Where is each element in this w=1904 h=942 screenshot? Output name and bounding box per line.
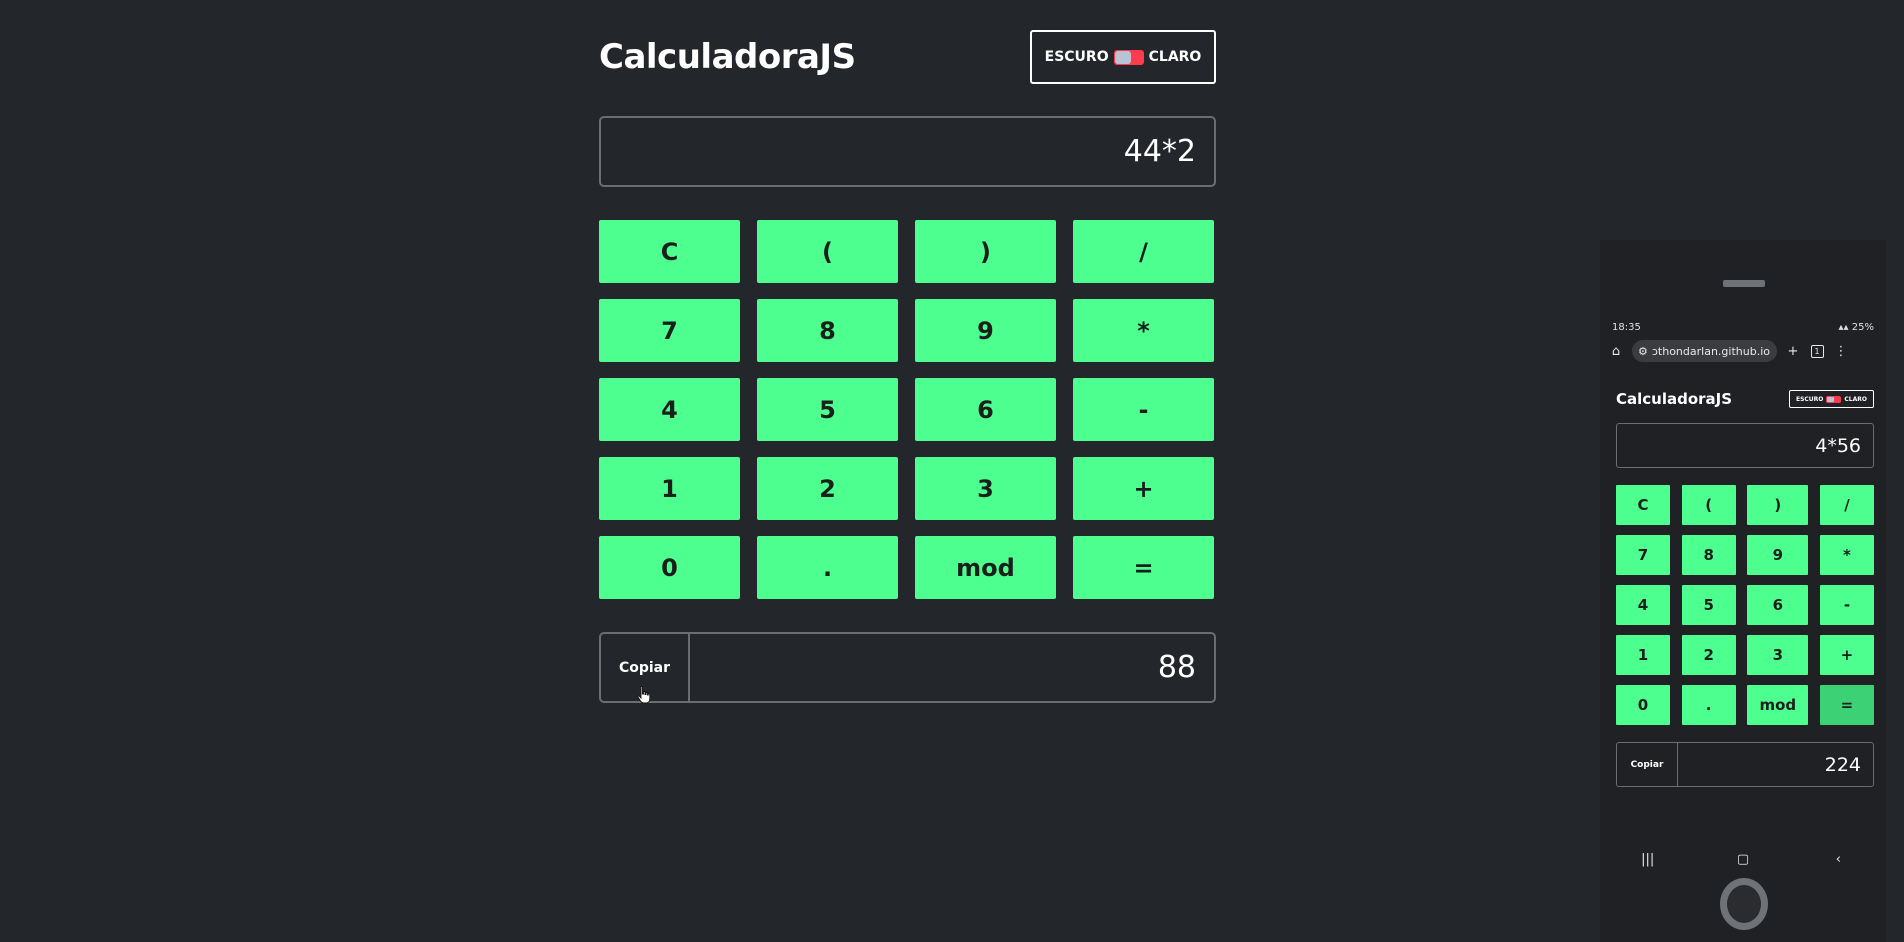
url-text: ɔthondarlan.github.io [1651,344,1770,358]
more-menu-icon[interactable]: ⋮ [1833,343,1849,359]
mobile-expression-display[interactable]: 4*56 [1616,423,1874,468]
mobilekey-equals[interactable]: = [1819,685,1874,725]
mobile-result-row: Copiar 224 [1616,742,1874,787]
status-icons: ▴▴ 25% [1839,322,1874,333]
mobilekey-open-paren[interactable]: ( [1681,485,1736,525]
mobile-calculator-app: CalculadoraJS ESCURO CLARO 4*56 C ()/ 7 8 9 *… [1616,390,1874,787]
phone-drag-handle[interactable] [1723,280,1765,287]
mobilekey-minus[interactable]: - [1819,585,1874,625]
mobile-theme-dark-label: ESCURO [1795,395,1824,403]
mobilekey-close-paren[interactable]: ) [1747,485,1809,525]
mobilekey-2[interactable]: 2 [1681,635,1736,675]
mobile-copy-button[interactable]: Copiar [1617,743,1678,786]
key-4[interactable]: 4 [599,378,740,441]
key-plus[interactable]: + [1073,457,1214,520]
android-nav-bar: ||| ▢ ‹ [1600,848,1886,870]
status-bar: 18:35 ▴▴ 25% [1600,320,1886,334]
mobile-toggle-switch-icon [1826,395,1842,403]
mobilekey-9[interactable]: 9 [1747,535,1809,575]
mobilekey-4[interactable]: 4 [1616,585,1670,625]
mobilekey-multiply[interactable]: * [1819,535,1874,575]
theme-toggle-button[interactable]: ESCURO CLARO [1030,30,1216,84]
mobilekey-1[interactable]: 1 [1616,635,1670,675]
key-8[interactable]: 8 [757,299,898,362]
tabs-icon[interactable]: 1 [1809,343,1825,359]
key-equals[interactable]: = [1073,536,1214,599]
keypad: C () / 7 8 9 * 4 5 6- 1 2 3 +0. mod = [599,220,1216,599]
key-2[interactable]: 2 [757,457,898,520]
key-divide[interactable]: / [1073,220,1214,283]
expression-display[interactable]: 44*2 [599,116,1216,187]
mobilekey-3[interactable]: 3 [1747,635,1809,675]
mobilekey-decimal[interactable]: . [1681,685,1736,725]
mobilekey-divide[interactable]: / [1819,485,1874,525]
key-7[interactable]: 7 [599,299,740,362]
mobilekey-8[interactable]: 8 [1681,535,1736,575]
copy-button-label: Copiar [618,659,671,676]
copy-button[interactable]: Copiar [601,634,690,704]
mobile-app-title: CalculadoraJS [1616,390,1733,408]
key-open-paren[interactable]: ( [757,220,898,283]
key-6[interactable]: 6 [915,378,1056,441]
theme-light-label: CLARO [1148,49,1202,65]
header: CalculadoraJS ESCURO CLARO [599,30,1216,84]
back-icon[interactable]: ‹ [1823,852,1853,867]
app-title: CalculadoraJS [599,37,856,77]
mobilekey-5[interactable]: 5 [1681,585,1736,625]
hand-pointer-icon [637,686,651,704]
new-tab-icon[interactable]: + [1785,343,1801,359]
mobile-keypad: C ()/ 7 8 9 * 4 5 6- 1 2 3 +0. mod = [1616,485,1874,725]
key-decimal[interactable]: . [757,536,898,599]
key-0[interactable]: 0 [599,536,740,599]
key-minus[interactable]: - [1073,378,1214,441]
mobilekey-0[interactable]: 0 [1616,685,1670,725]
key-multiply[interactable]: * [1073,299,1214,362]
site-settings-icon[interactable]: ⚙ [1638,345,1648,358]
mobile-header: CalculadoraJS ESCURO CLARO [1616,390,1874,408]
home-icon[interactable]: ⌂ [1608,343,1624,359]
recent-apps-icon[interactable]: ||| [1633,852,1663,867]
toggle-switch-icon [1113,49,1144,65]
mobilekey-clear[interactable]: C [1616,485,1670,525]
phone-mirror: 18:35 ▴▴ 25% ⌂ ⚙ ɔthondarlan.github.io +… [1600,240,1886,942]
browser-toolbar: ⌂ ⚙ ɔthondarlan.github.io + 1 ⋮ [1600,336,1886,366]
signal-icon: ▴▴ [1838,321,1849,333]
key-1[interactable]: 1 [599,457,740,520]
home-button-icon[interactable]: ▢ [1728,852,1758,867]
key-close-paren[interactable]: ) [915,220,1056,283]
key-mod[interactable]: mod [915,536,1056,599]
mobilekey-mod[interactable]: mod [1747,685,1809,725]
battery-level: 25% [1851,321,1874,333]
calculator-app: CalculadoraJS ESCURO CLARO 44*2 C () / 7 8 9 *… [599,30,1216,704]
key-5[interactable]: 5 [757,378,898,441]
mobile-theme-toggle-button[interactable]: ESCURO CLARO [1789,390,1874,408]
phone-home-ring[interactable] [1720,878,1768,930]
key-3[interactable]: 3 [915,457,1056,520]
mobilekey-plus[interactable]: + [1819,635,1874,675]
key-9[interactable]: 9 [915,299,1056,362]
theme-dark-label: ESCURO [1044,49,1109,65]
key-clear[interactable]: C [599,220,740,283]
result-display: 88 [1157,650,1196,685]
mobile-theme-light-label: CLARO [1844,395,1867,403]
mobilekey-7[interactable]: 7 [1616,535,1670,575]
mobilekey-6[interactable]: 6 [1747,585,1809,625]
address-bar[interactable]: ⚙ ɔthondarlan.github.io [1632,340,1777,362]
status-time: 18:35 [1612,321,1641,333]
mobile-result-display: 224 [1824,753,1861,776]
result-row: Copiar 88 [599,632,1216,704]
